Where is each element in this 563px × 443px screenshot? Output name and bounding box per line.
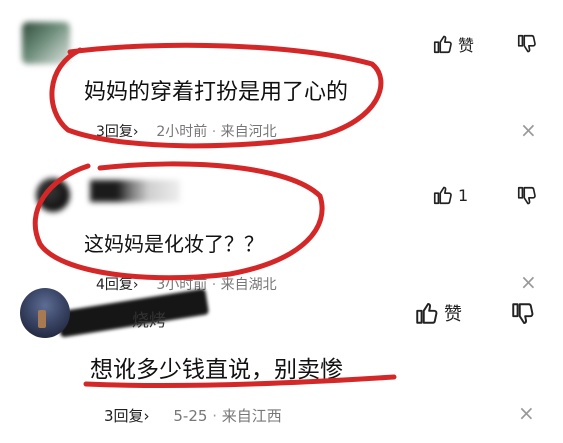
username: 烧烤 (132, 311, 166, 331)
comment-location: 来自湖北 (220, 277, 277, 293)
dislike-button[interactable] (516, 33, 538, 55)
thumbs-down-icon (510, 301, 536, 327)
close-icon[interactable]: × (518, 403, 535, 423)
comment-text: 妈妈的穿着打扮是用了心的 (84, 80, 349, 105)
comment-text: 想讹多少钱直说，别卖惨 (90, 357, 343, 383)
chevron-right-icon: › (143, 407, 150, 425)
thumbs-up-icon (414, 300, 440, 326)
like-button[interactable]: 1 (432, 184, 468, 206)
replies-link[interactable]: 3回复› (104, 407, 150, 425)
separator: · (212, 407, 217, 425)
comment-text: 这妈妈是化妆了？？ (84, 232, 264, 256)
like-label: 赞 (458, 36, 475, 55)
close-icon[interactable]: × (520, 120, 537, 140)
avatar[interactable] (36, 178, 70, 212)
like-label: 赞 (444, 304, 462, 325)
dislike-button[interactable] (516, 185, 538, 207)
comment-location: 来自河北 (220, 124, 277, 140)
comment-location: 来自江西 (221, 407, 282, 425)
separator: · (211, 124, 217, 140)
like-button[interactable]: 赞 (432, 32, 474, 56)
thumbs-down-icon (516, 33, 538, 55)
chevron-right-icon: › (132, 124, 139, 140)
thumbs-down-icon (516, 185, 538, 207)
comment-time: 2小时前 (156, 124, 208, 140)
separator: · (211, 277, 217, 293)
replies-link[interactable]: 4回复› (96, 277, 139, 293)
comment-meta: 3回复› 2小时前 · 来自河北 (96, 121, 277, 141)
avatar[interactable] (20, 288, 70, 338)
comment-meta: 3回复› 5-25 · 来自江西 (104, 405, 282, 426)
dislike-button[interactable] (510, 301, 536, 327)
comment-time: 5-25 (173, 407, 208, 425)
thumbs-up-icon (432, 184, 454, 206)
avatar[interactable] (22, 22, 70, 64)
replies-link[interactable]: 3回复› (96, 124, 139, 140)
thumbs-up-icon (432, 33, 454, 55)
close-icon[interactable]: × (520, 272, 537, 292)
like-button[interactable]: 赞 (414, 300, 462, 326)
like-count: 1 (458, 185, 469, 205)
username-redacted (90, 180, 180, 202)
chevron-right-icon: › (132, 277, 139, 293)
